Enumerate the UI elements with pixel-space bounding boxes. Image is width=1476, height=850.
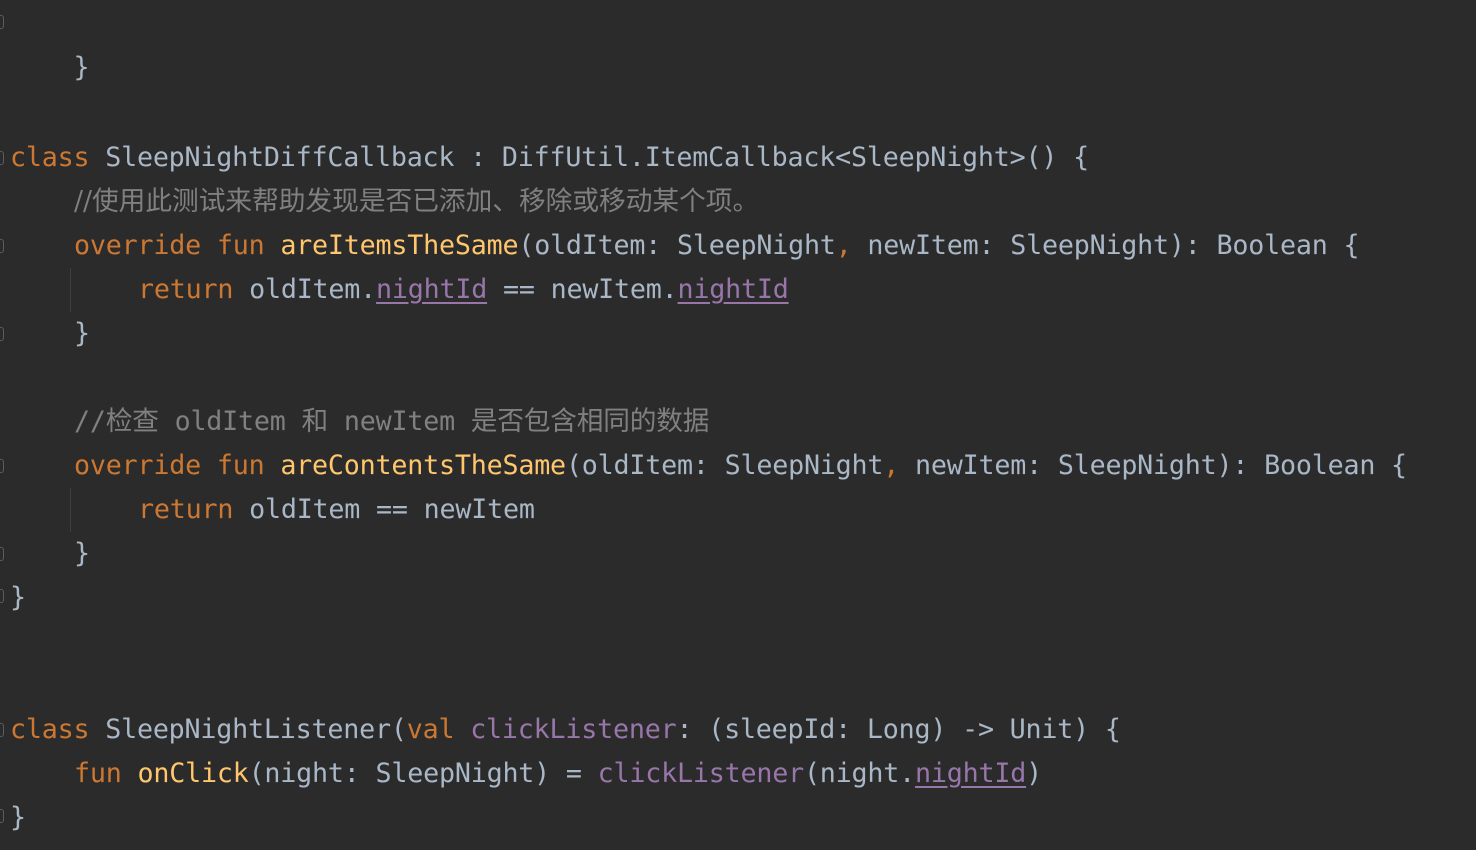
parameters: newItem: SleepNight): Boolean {	[851, 230, 1360, 261]
code-comment[interactable]: //检查 oldItem 和 newItem 是否包含相同的数据	[74, 400, 709, 444]
fold-marker-icon[interactable]	[0, 459, 4, 473]
type-signature: : (sleepId: Long) -> Unit) {	[676, 714, 1121, 745]
fold-marker-icon[interactable]	[0, 239, 4, 253]
code-comment[interactable]: //使用此测试来帮助发现是否已添加、移除或移动某个项。	[74, 180, 759, 224]
fold-marker-icon[interactable]	[0, 327, 4, 341]
keyword: class	[10, 714, 90, 745]
keyword: fun	[216, 230, 265, 261]
comment-text: //检查 oldItem 和 newItem 是否包含相同的数据	[74, 406, 710, 437]
parameters: (oldItem: SleepNight	[565, 450, 884, 481]
fold-marker-icon[interactable]	[0, 723, 4, 737]
code-line[interactable]: override fun areContentsTheSame(oldItem:…	[74, 444, 1407, 488]
code-line[interactable]: }	[10, 2, 89, 83]
property-reference[interactable]: nightId	[376, 274, 487, 305]
comment-text: //使用此测试来帮助发现是否已添加、移除或移动某个项。	[74, 186, 760, 217]
keyword: override	[74, 450, 201, 481]
comma: ,	[883, 450, 900, 481]
keyword: val	[406, 714, 455, 745]
fold-marker-icon[interactable]	[0, 547, 4, 561]
keyword: return	[138, 274, 234, 305]
keyword: fun	[74, 758, 122, 789]
function-name: onClick	[137, 758, 249, 789]
code-line[interactable]: return oldItem.nightId == newItem.nightI…	[138, 268, 789, 312]
indent-guide	[70, 268, 71, 312]
parameters: (oldItem: SleepNight	[518, 230, 836, 261]
class-declaration: SleepNightListener(	[89, 714, 407, 745]
code-line[interactable]: fun onClick(night: SleepNight) = clickLi…	[74, 752, 1042, 796]
fold-marker-icon[interactable]	[0, 15, 4, 29]
comma: ,	[835, 230, 852, 261]
property-reference[interactable]: nightId	[678, 274, 789, 305]
closing-brace: }	[74, 538, 90, 569]
expression: == newItem.	[487, 274, 678, 305]
code-line[interactable]: }	[10, 576, 26, 620]
code-line[interactable]: override fun areItemsTheSame(oldItem: Sl…	[74, 224, 1360, 268]
expression: oldItem.	[233, 274, 377, 305]
code-line[interactable]: }	[10, 796, 26, 840]
code-line[interactable]: class SleepNightListener(val clickListen…	[10, 708, 1121, 752]
property-name[interactable]: clickListener	[470, 714, 676, 745]
arguments: (night.	[803, 758, 916, 789]
property-call[interactable]: clickListener	[598, 758, 804, 789]
arguments: )	[1026, 758, 1042, 789]
closing-brace: }	[73, 52, 90, 83]
function-name: areItemsTheSame	[280, 230, 519, 261]
expression: oldItem == newItem	[233, 494, 535, 525]
code-editor[interactable]: } class SleepNightDiffCallback : DiffUti…	[0, 0, 1476, 850]
indent-guide	[70, 488, 71, 532]
fold-marker-icon[interactable]	[0, 809, 4, 823]
fold-marker-icon[interactable]	[0, 589, 4, 603]
closing-brace: }	[74, 318, 90, 349]
code-line[interactable]: class SleepNightDiffCallback : DiffUtil.…	[10, 136, 1089, 180]
parameters: (night: SleepNight) =	[248, 758, 598, 789]
code-line[interactable]: }	[74, 532, 90, 576]
function-name: areContentsTheSame	[280, 450, 566, 481]
closing-brace: }	[10, 802, 26, 833]
closing-brace: }	[10, 582, 26, 613]
code-line[interactable]: return oldItem == newItem	[138, 488, 535, 532]
keyword: fun	[216, 450, 265, 481]
keyword: return	[138, 494, 234, 525]
parameters: newItem: SleepNight): Boolean {	[899, 450, 1407, 481]
keyword: override	[74, 230, 201, 261]
property-reference[interactable]: nightId	[915, 758, 1026, 789]
keyword: class	[10, 142, 90, 173]
fold-marker-icon[interactable]	[0, 151, 4, 165]
code-line[interactable]: }	[74, 312, 90, 356]
class-declaration: SleepNightDiffCallback : DiffUtil.ItemCa…	[89, 142, 1089, 173]
